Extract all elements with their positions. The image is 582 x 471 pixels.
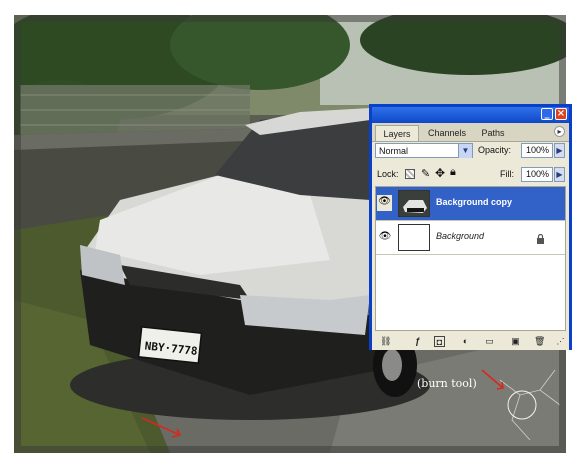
palette-title-bar[interactable]: _ × xyxy=(372,107,569,123)
lock-image-icon[interactable]: ✎ xyxy=(421,167,430,180)
lock-transparency-icon[interactable] xyxy=(405,169,415,179)
layer-style-icon[interactable]: ƒ xyxy=(412,336,423,347)
fill-input[interactable]: 100% xyxy=(521,167,553,182)
new-layer-icon[interactable]: ▣ xyxy=(510,336,521,347)
layer-row-background[interactable]: 👁︎ Background xyxy=(376,221,565,255)
palette-tabs: Layers Channels Paths ▸ xyxy=(372,123,569,142)
trash-icon[interactable]: 🗑︎ xyxy=(534,336,545,347)
layers-list: 👁︎ Background copy 👁︎ Background xyxy=(375,186,566,331)
new-group-icon[interactable]: ▭ xyxy=(484,336,495,347)
layer-thumbnail xyxy=(398,190,430,217)
burn-tool-annotation: (burn tool) xyxy=(417,377,477,390)
fill-slider-button[interactable]: ▶ xyxy=(554,167,565,182)
tab-channels[interactable]: Channels xyxy=(424,125,470,141)
resize-grip-icon[interactable]: ⋰ xyxy=(555,336,566,347)
close-button[interactable]: × xyxy=(555,108,567,120)
layer-name: Background copy xyxy=(436,197,513,207)
eye-icon[interactable]: 👁︎ xyxy=(377,195,392,211)
adjustment-layer-icon[interactable]: ◐ xyxy=(460,336,471,347)
blend-mode-value: Normal xyxy=(379,146,409,156)
eye-icon[interactable]: 👁︎ xyxy=(378,230,392,244)
lock-all-icon[interactable]: 🔒︎ xyxy=(450,166,456,179)
layers-palette: _ × Layers Channels Paths ▸ Normal ▼ Opa… xyxy=(369,104,572,350)
opacity-label: Opacity: xyxy=(478,145,512,155)
layer-thumbnail xyxy=(398,224,430,251)
minimize-button[interactable]: _ xyxy=(541,108,553,120)
fill-label: Fill: xyxy=(500,169,514,179)
layer-name: Background xyxy=(436,231,485,241)
link-layers-icon[interactable]: ⛓ xyxy=(380,336,391,347)
layer-row-background-copy[interactable]: 👁︎ Background copy xyxy=(376,187,565,221)
lock-label: Lock: xyxy=(377,169,399,179)
opacity-slider-button[interactable]: ▶ xyxy=(554,143,565,158)
add-mask-icon[interactable]: ◘ xyxy=(434,336,445,347)
tab-layers[interactable]: Layers xyxy=(375,125,419,141)
palette-footer: ⛓ ƒ ◘ ◐ ▭ ▣ 🗑︎ ⋰ xyxy=(372,333,569,350)
tab-paths[interactable]: Paths xyxy=(476,125,510,141)
opacity-input[interactable]: 100% xyxy=(521,143,553,158)
lock-position-icon[interactable]: ✥ xyxy=(435,166,445,180)
blend-mode-select[interactable]: Normal ▼ xyxy=(375,143,473,158)
chevron-down-icon[interactable]: ▼ xyxy=(458,144,472,158)
lock-icon xyxy=(536,231,545,244)
palette-menu-icon[interactable]: ▸ xyxy=(554,126,565,137)
